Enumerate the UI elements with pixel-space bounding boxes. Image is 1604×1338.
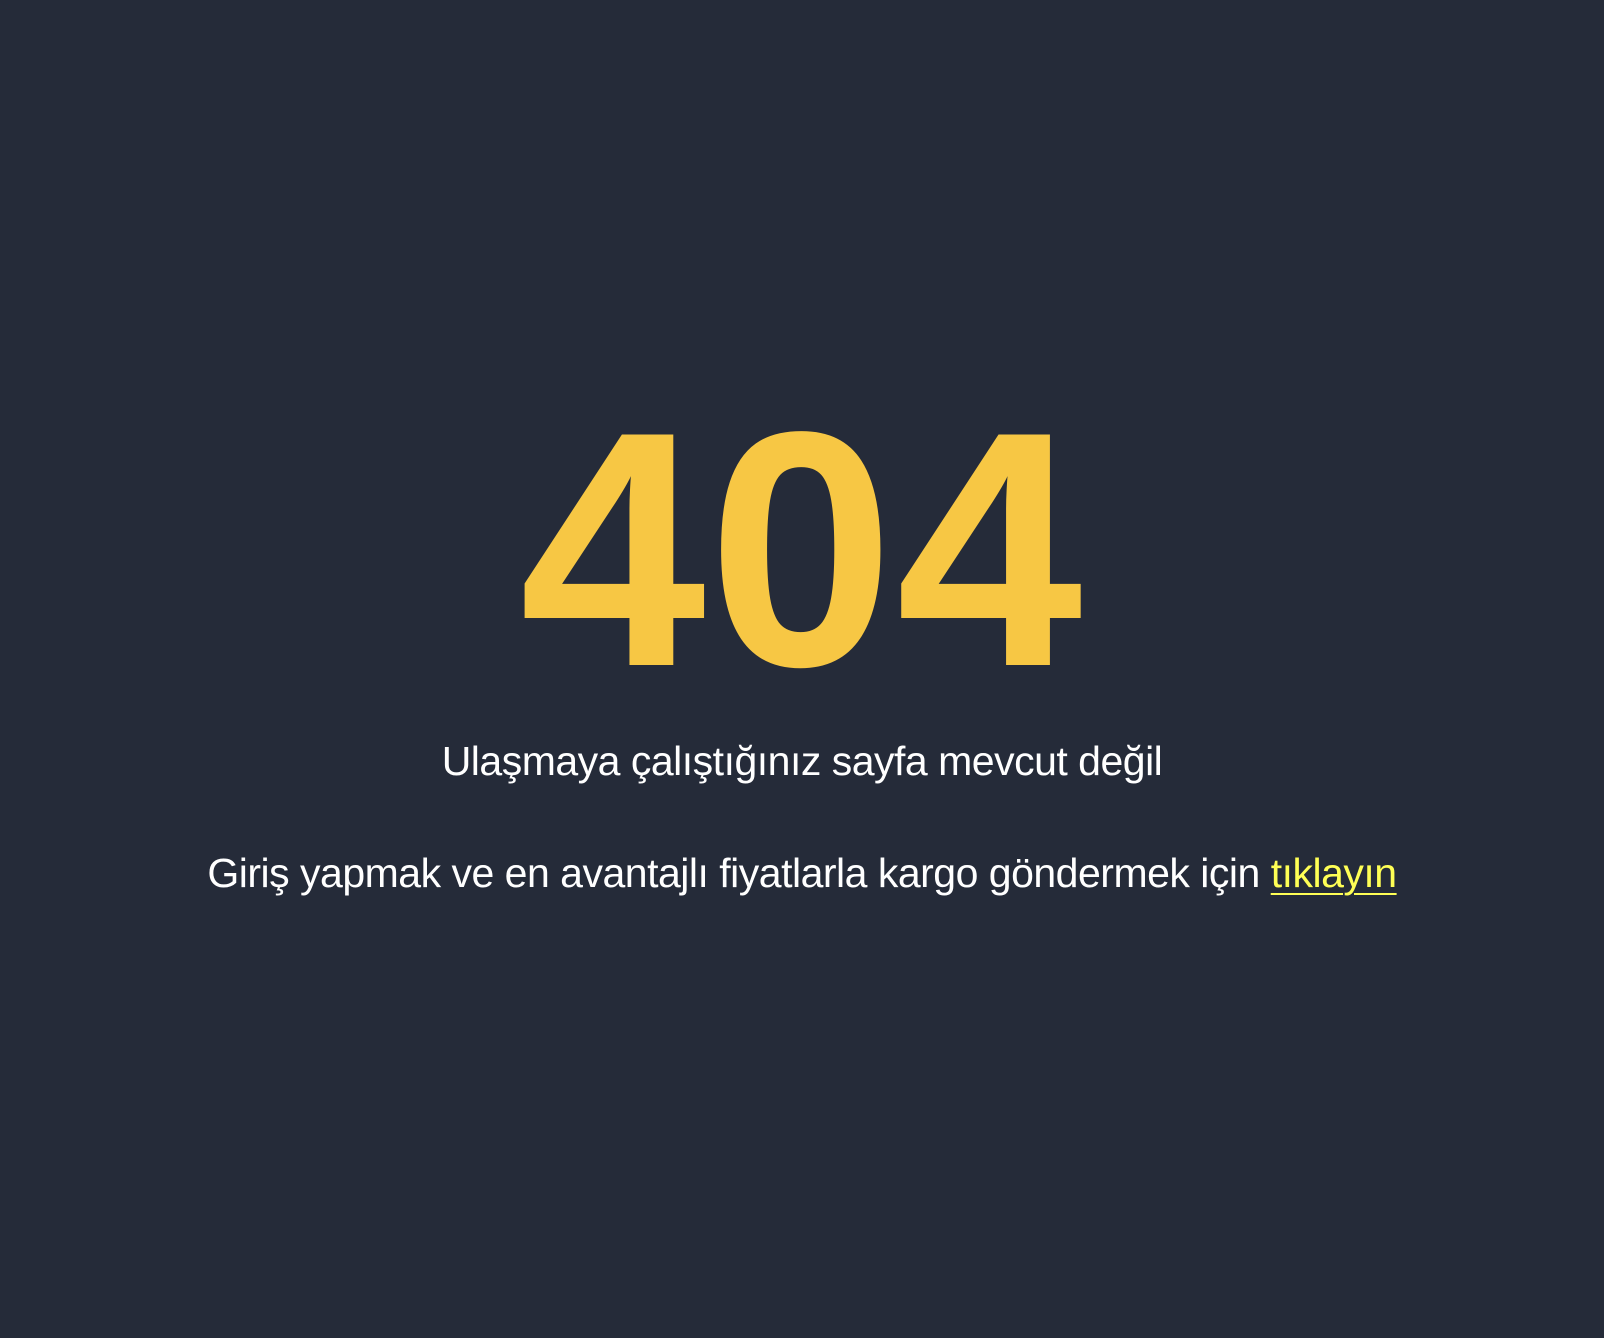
- error-message: Ulaşmaya çalıştığınız sayfa mevcut değil: [441, 738, 1163, 784]
- login-link[interactable]: tıklayın: [1271, 850, 1397, 896]
- login-prompt: Giriş yapmak ve en avantajlı fiyatlarla …: [0, 845, 1604, 901]
- error-code: 404: [519, 362, 1085, 736]
- not-found-page: 404 Ulaşmaya çalıştığınız sayfa mevcut d…: [0, 0, 1604, 1338]
- login-prompt-text: Giriş yapmak ve en avantajlı fiyatlarla …: [207, 850, 1260, 896]
